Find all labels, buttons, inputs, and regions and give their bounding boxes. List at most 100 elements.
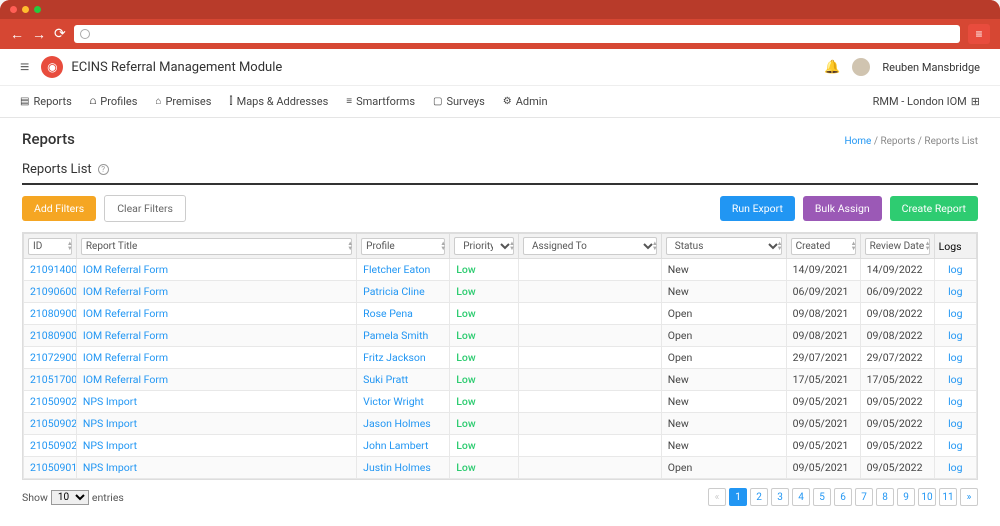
cell-id[interactable]: 210729001 — [24, 347, 77, 369]
page-5[interactable]: 5 — [813, 488, 831, 506]
run-export-button[interactable]: Run Export — [720, 196, 795, 221]
cell-id[interactable]: 210509024 — [24, 391, 77, 413]
browser-chrome: ← → ⟳ ≡ — [0, 0, 1000, 49]
cell-log[interactable]: log — [934, 435, 976, 457]
cell-profile[interactable]: Patricia Cline — [357, 281, 450, 303]
cell-title[interactable]: NPS Import — [76, 391, 356, 413]
page-prev[interactable]: « — [708, 488, 726, 506]
cell-title[interactable]: NPS Import — [76, 457, 356, 479]
cell-log[interactable]: log — [934, 413, 976, 435]
col-review[interactable]: Review Date▲▼ — [860, 234, 934, 259]
add-filters-button[interactable]: Add Filters — [22, 196, 96, 221]
page-1[interactable]: 1 — [729, 488, 747, 506]
cell-log[interactable]: log — [934, 457, 976, 479]
cell-id[interactable]: 210509014 — [24, 457, 77, 479]
cell-priority: Low — [450, 435, 519, 457]
reload-icon[interactable]: ⟳ — [54, 26, 66, 42]
table-row: 210729001IOM Referral FormFritz JacksonL… — [24, 347, 977, 369]
cell-title[interactable]: IOM Referral Form — [76, 325, 356, 347]
nav-admin[interactable]: ⚙Admin — [503, 95, 548, 108]
cell-review: 09/08/2022 — [860, 325, 934, 347]
nav-surveys[interactable]: ▢Surveys — [433, 95, 485, 108]
page-8[interactable]: 8 — [876, 488, 894, 506]
cell-log[interactable]: log — [934, 347, 976, 369]
cell-id[interactable]: 210906001 — [24, 281, 77, 303]
hamburger-icon[interactable]: ≡ — [20, 57, 29, 77]
cell-title[interactable]: IOM Referral Form — [76, 347, 356, 369]
cell-review: 17/05/2022 — [860, 369, 934, 391]
cell-log[interactable]: log — [934, 391, 976, 413]
page-4[interactable]: 4 — [792, 488, 810, 506]
cell-id[interactable]: 210809001 — [24, 325, 77, 347]
cell-profile[interactable]: Rose Pena — [357, 303, 450, 325]
cell-title[interactable]: NPS Import — [76, 435, 356, 457]
window-max-dot[interactable] — [34, 6, 41, 13]
col-priority[interactable]: Priority▲▼ — [450, 234, 519, 259]
cell-log[interactable]: log — [934, 281, 976, 303]
cell-title[interactable]: IOM Referral Form — [76, 303, 356, 325]
page-10[interactable]: 10 — [918, 488, 936, 506]
username[interactable]: Reuben Mansbridge — [882, 61, 980, 74]
cell-title[interactable]: IOM Referral Form — [76, 259, 356, 281]
nav-smartforms[interactable]: ≡Smartforms — [346, 95, 415, 108]
cell-id[interactable]: 210517001 — [24, 369, 77, 391]
cell-profile[interactable]: Victor Wright — [357, 391, 450, 413]
col-created[interactable]: Created▲▼ — [786, 234, 860, 259]
cell-profile[interactable]: Suki Pratt — [357, 369, 450, 391]
page-7[interactable]: 7 — [855, 488, 873, 506]
breadcrumb-home[interactable]: Home — [844, 136, 871, 147]
nav-premises[interactable]: ⌂Premises — [155, 95, 211, 108]
page-11[interactable]: 11 — [939, 488, 957, 506]
url-bar[interactable] — [74, 25, 960, 43]
cell-profile[interactable]: Jason Holmes — [357, 413, 450, 435]
page-2[interactable]: 2 — [750, 488, 768, 506]
cell-profile[interactable]: Fletcher Eaton — [357, 259, 450, 281]
col-assigned[interactable]: Assigned To▲▼ — [518, 234, 661, 259]
avatar[interactable] — [852, 58, 870, 76]
page-size-select[interactable]: 10 — [51, 490, 89, 505]
cell-profile[interactable]: John Lambert — [357, 435, 450, 457]
window-close-dot[interactable] — [10, 6, 17, 13]
col-profile[interactable]: Profile▲▼ — [357, 234, 450, 259]
cell-priority: Low — [450, 369, 519, 391]
cell-profile[interactable]: Pamela Smith — [357, 325, 450, 347]
map-icon: ⫿ — [229, 96, 232, 107]
cell-profile[interactable]: Fritz Jackson — [357, 347, 450, 369]
nav-maps[interactable]: ⫿Maps & Addresses — [229, 95, 328, 108]
nav-reports[interactable]: ▤Reports — [20, 95, 72, 108]
cell-log[interactable]: log — [934, 303, 976, 325]
cell-created: 09/08/2021 — [786, 325, 860, 347]
page-next[interactable]: » — [960, 488, 978, 506]
cell-id[interactable]: 210809003 — [24, 303, 77, 325]
cell-review: 14/09/2022 — [860, 259, 934, 281]
browser-menu-icon[interactable]: ≡ — [968, 24, 990, 44]
nav-profiles[interactable]: ⩍Profiles — [90, 95, 138, 108]
cell-id[interactable]: 210914001 — [24, 259, 77, 281]
cell-log[interactable]: log — [934, 369, 976, 391]
content-area: Reports Home / Reports / Reports List Re… — [0, 118, 1000, 526]
home-icon: ⌂ — [155, 96, 161, 107]
cell-title[interactable]: IOM Referral Form — [76, 281, 356, 303]
cell-log[interactable]: log — [934, 259, 976, 281]
page-9[interactable]: 9 — [897, 488, 915, 506]
clear-filters-button[interactable]: Clear Filters — [104, 195, 186, 222]
cell-profile[interactable]: Justin Holmes — [357, 457, 450, 479]
cell-log[interactable]: log — [934, 325, 976, 347]
bell-icon[interactable]: 🔔 — [824, 60, 840, 75]
cell-title[interactable]: IOM Referral Form — [76, 369, 356, 391]
page-3[interactable]: 3 — [771, 488, 789, 506]
col-title[interactable]: Report Title▲▼ — [76, 234, 356, 259]
help-icon[interactable]: ? — [98, 164, 109, 175]
create-report-button[interactable]: Create Report — [890, 196, 978, 221]
col-id[interactable]: ID▲▼ — [24, 234, 77, 259]
cell-id[interactable]: 210509020 — [24, 435, 77, 457]
context-selector[interactable]: RMM - London IOM⊞ — [873, 95, 980, 108]
bulk-assign-button[interactable]: Bulk Assign — [803, 196, 882, 221]
page-6[interactable]: 6 — [834, 488, 852, 506]
back-icon[interactable]: ← — [10, 26, 24, 43]
cell-id[interactable]: 210509022 — [24, 413, 77, 435]
cell-title[interactable]: NPS Import — [76, 413, 356, 435]
window-min-dot[interactable] — [22, 6, 29, 13]
col-status[interactable]: Status▲▼ — [661, 234, 786, 259]
forward-icon[interactable]: → — [32, 26, 46, 43]
